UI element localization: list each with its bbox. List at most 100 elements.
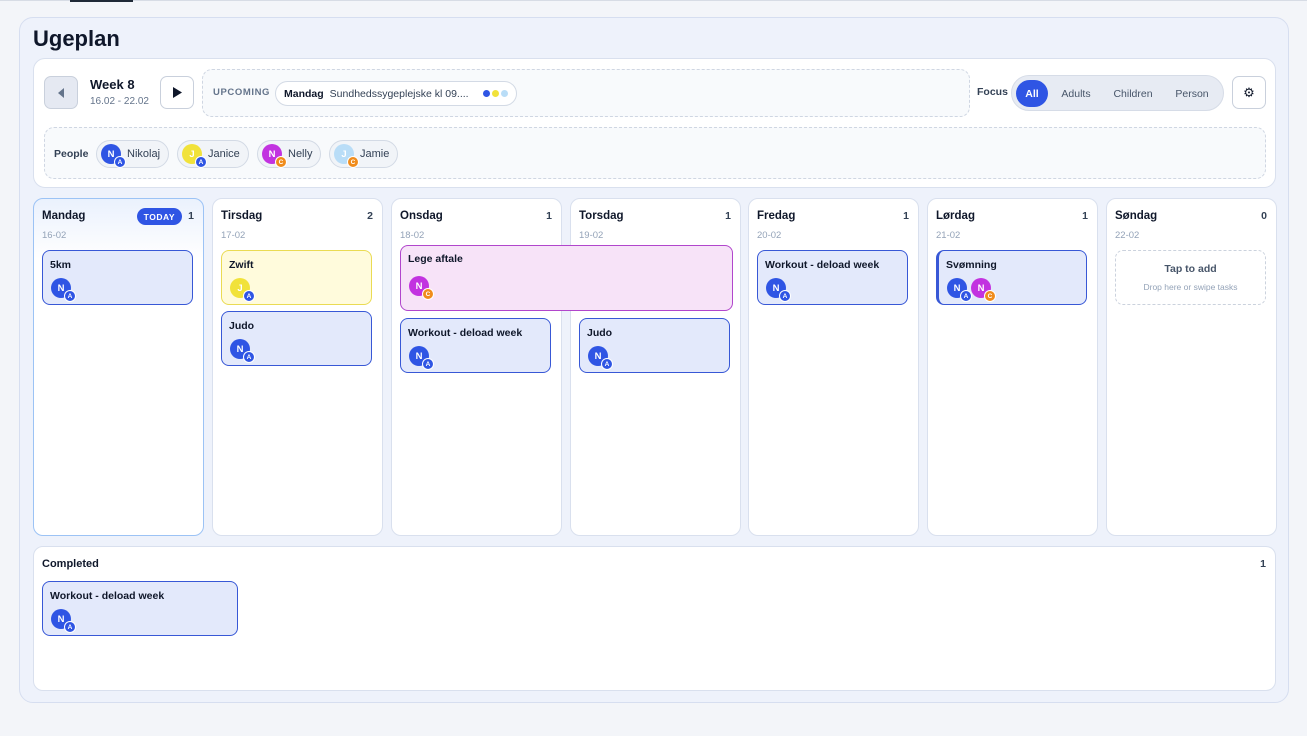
focus-all-tab[interactable]: All bbox=[1016, 80, 1048, 107]
day-name: Mandag bbox=[42, 210, 86, 222]
task-card[interactable]: 5km N A bbox=[42, 250, 193, 305]
adult-badge: A bbox=[422, 358, 434, 370]
avatar: NA bbox=[230, 339, 255, 363]
adult-badge: A bbox=[64, 621, 76, 633]
next-week-button[interactable] bbox=[160, 76, 194, 109]
avatar: NA bbox=[947, 278, 972, 302]
weekplan-panel: Ugeplan Week 8 16.02 - 22.02 UPCOMING Ma… bbox=[19, 17, 1289, 703]
task-title: Workout - deload week bbox=[50, 590, 165, 602]
person-chip-jamie[interactable]: J C Jamie bbox=[329, 140, 399, 168]
day-name: Onsdag bbox=[400, 210, 443, 222]
focus-adults-tab[interactable]: Adults bbox=[1056, 80, 1096, 107]
week-range: 16.02 - 22.02 bbox=[90, 96, 149, 107]
completed-task-card[interactable]: Workout - deload week N A bbox=[42, 581, 238, 636]
day-column-mandag: Mandag 16-02 1 TODAY 5km N A bbox=[33, 198, 204, 536]
task-title: Judo bbox=[229, 320, 255, 332]
child-badge: C bbox=[422, 288, 434, 300]
avatar-initial: N bbox=[107, 148, 115, 160]
adult-badge: A bbox=[195, 156, 207, 168]
day-date: 20-02 bbox=[757, 230, 782, 241]
avatar-initial: N bbox=[415, 350, 423, 362]
page-title: Ugeplan bbox=[33, 26, 120, 51]
person-chip-nelly[interactable]: N C Nelly bbox=[257, 140, 322, 168]
task-card[interactable]: Judo N A bbox=[221, 311, 372, 366]
task-assignees: NA bbox=[409, 346, 434, 370]
avatar: NC bbox=[262, 144, 287, 168]
person-chip-nikolaj[interactable]: N A Nikolaj bbox=[96, 140, 170, 168]
avatar: NC bbox=[409, 276, 434, 300]
avatar-initial: N bbox=[977, 282, 985, 294]
day-name: Søndag bbox=[1115, 210, 1158, 222]
day-task-count: 1 bbox=[903, 210, 909, 222]
task-card[interactable]: Svømning N A N C bbox=[936, 250, 1087, 305]
task-assignees: NANC bbox=[947, 278, 996, 302]
focus-label: Focus bbox=[977, 86, 1008, 98]
day-date: 19-02 bbox=[579, 230, 604, 241]
adult-badge: A bbox=[779, 290, 791, 302]
person-dot bbox=[500, 90, 508, 97]
task-assignees: NA bbox=[766, 278, 791, 302]
top-tab-indicator bbox=[70, 0, 133, 2]
drop-title: Tap to add bbox=[1164, 263, 1217, 275]
task-card[interactable]: Workout - deload week N A bbox=[400, 318, 551, 373]
upcoming-event-chip[interactable]: Mandag Sundhedssygeplejske kl 09.... bbox=[275, 81, 517, 106]
person-name: Jamie bbox=[360, 148, 390, 160]
avatar-initial: N bbox=[57, 282, 65, 294]
task-card[interactable]: Workout - deload week N A bbox=[757, 250, 908, 305]
day-column-søndag: Søndag 22-02 0 Tap to add Drop here or swipe… bbox=[1106, 198, 1277, 536]
day-column-fredag: Fredag 20-02 1 Workout - deload week N A bbox=[748, 198, 919, 536]
day-column-tirsdag: Tirsdag 17-02 2 Zwift J A Judo N A bbox=[212, 198, 383, 536]
top-divider bbox=[0, 0, 1307, 1]
task-title: 5km bbox=[50, 259, 72, 271]
avatar-initial: N bbox=[268, 148, 276, 160]
settings-button[interactable]: ⚙ bbox=[1232, 76, 1266, 109]
drop-subtitle: Drop here or swipe tasks bbox=[1143, 282, 1238, 292]
day-date: 22-02 bbox=[1115, 230, 1140, 241]
avatar: NA bbox=[101, 144, 126, 168]
child-badge: C bbox=[347, 156, 359, 168]
avatar-initial: N bbox=[772, 282, 780, 294]
today-badge: TODAY bbox=[136, 208, 182, 225]
child-badge: C bbox=[275, 156, 287, 168]
upcoming-people-dots bbox=[482, 90, 508, 97]
day-name: Lørdag bbox=[936, 210, 975, 222]
day-date: 17-02 bbox=[221, 230, 246, 241]
task-card[interactable]: Judo N A bbox=[579, 318, 730, 373]
completed-label: Completed bbox=[42, 558, 99, 570]
day-task-count: 1 bbox=[188, 210, 194, 222]
task-card[interactable]: Zwift J A bbox=[221, 250, 372, 305]
avatar-initial: J bbox=[237, 282, 243, 294]
task-card[interactable]: Lege aftale N C bbox=[400, 245, 733, 311]
gear-icon: ⚙ bbox=[1243, 84, 1255, 100]
task-assignees: NA bbox=[51, 278, 76, 302]
task-title: Judo bbox=[587, 327, 613, 339]
focus-person-tab[interactable]: Person bbox=[1168, 80, 1216, 107]
day-task-count: 1 bbox=[546, 210, 552, 222]
person-chip-janice[interactable]: J A Janice bbox=[177, 140, 249, 168]
play-icon bbox=[173, 87, 182, 98]
avatar-initial: N bbox=[953, 282, 961, 294]
focus-children-tab[interactable]: Children bbox=[1108, 80, 1158, 107]
task-title: Workout - deload week bbox=[408, 327, 523, 339]
day-date: 21-02 bbox=[936, 230, 961, 241]
avatar: NC bbox=[971, 278, 996, 302]
task-title: Zwift bbox=[229, 259, 254, 271]
focus-filter: All Adults Children Person bbox=[1011, 75, 1224, 111]
people-label: People bbox=[54, 148, 89, 160]
toolbar: Week 8 16.02 - 22.02 UPCOMING Mandag Sun… bbox=[33, 58, 1276, 188]
task-title: Svømning bbox=[946, 259, 997, 271]
avatar: JC bbox=[334, 144, 359, 168]
people-bar: People N A Nikolaj J A Janice N C Nelly J C Jamie bbox=[44, 127, 1266, 179]
upcoming-text: Sundhedssygeplejske kl 09.... bbox=[329, 87, 469, 100]
task-title: Lege aftale bbox=[408, 253, 463, 265]
completed-section: Completed 1 Workout - deload week N A bbox=[33, 546, 1276, 691]
day-column-lørdag: Lørdag 21-02 1 Svømning N A N C bbox=[927, 198, 1098, 536]
previous-week-button[interactable] bbox=[44, 76, 78, 109]
avatar: NA bbox=[588, 346, 613, 370]
avatar: NA bbox=[51, 609, 76, 633]
upcoming-bar: UPCOMING Mandag Sundhedssygeplejske kl 0… bbox=[202, 69, 970, 117]
empty-drop-zone[interactable]: Tap to add Drop here or swipe tasks bbox=[1115, 250, 1266, 305]
person-name: Janice bbox=[208, 148, 240, 160]
day-task-count: 1 bbox=[725, 210, 731, 222]
day-task-count: 2 bbox=[367, 210, 373, 222]
